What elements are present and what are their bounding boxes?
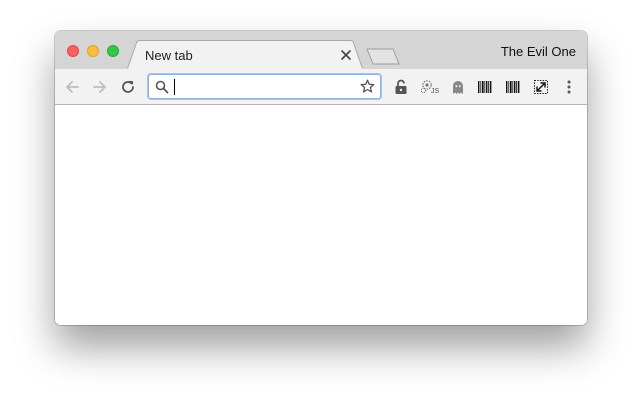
search-icon bbox=[155, 80, 169, 94]
menu-button[interactable] bbox=[559, 77, 579, 97]
ghost-icon bbox=[453, 81, 463, 94]
browser-window: New tab The Evil One JS bbox=[55, 31, 587, 325]
unlocked-padlock-icon bbox=[395, 79, 407, 94]
close-icon[interactable] bbox=[340, 49, 352, 61]
barcode-extension-button-1[interactable] bbox=[475, 77, 495, 97]
forward-arrow-icon bbox=[93, 81, 106, 93]
page-content[interactable] bbox=[55, 105, 587, 325]
expand-icon bbox=[534, 80, 548, 94]
js-label: JS bbox=[431, 88, 440, 95]
barcode-icon bbox=[478, 81, 492, 93]
forward-button[interactable] bbox=[90, 77, 110, 97]
more-vertical-icon bbox=[567, 80, 571, 94]
address-bar[interactable] bbox=[148, 74, 381, 99]
expand-extension-button[interactable] bbox=[531, 77, 551, 97]
ghost-extension-button[interactable] bbox=[448, 77, 468, 97]
tab-new-tab[interactable]: New tab bbox=[127, 40, 363, 70]
new-tab-button[interactable] bbox=[366, 48, 400, 65]
maximize-window-button[interactable] bbox=[107, 45, 119, 57]
back-arrow-icon bbox=[66, 81, 79, 93]
close-window-button[interactable] bbox=[67, 45, 79, 57]
barcode-icon bbox=[506, 81, 520, 93]
barcode-extension-button-2[interactable] bbox=[503, 77, 523, 97]
back-button[interactable] bbox=[62, 77, 82, 97]
reload-icon bbox=[122, 80, 134, 93]
profile-name[interactable]: The Evil One bbox=[501, 44, 576, 59]
reload-button[interactable] bbox=[118, 77, 138, 97]
star-icon[interactable] bbox=[360, 79, 375, 94]
tab-title: New tab bbox=[145, 48, 193, 63]
lock-extension-button[interactable] bbox=[391, 77, 411, 97]
js-extension-button[interactable]: JS bbox=[419, 77, 441, 97]
address-input[interactable] bbox=[173, 77, 353, 96]
text-caret bbox=[174, 79, 175, 95]
minimize-window-button[interactable] bbox=[87, 45, 99, 57]
title-bar: New tab The Evil One bbox=[55, 31, 587, 70]
toolbar: JS bbox=[55, 69, 587, 105]
gear-js-icon: JS bbox=[420, 80, 440, 95]
